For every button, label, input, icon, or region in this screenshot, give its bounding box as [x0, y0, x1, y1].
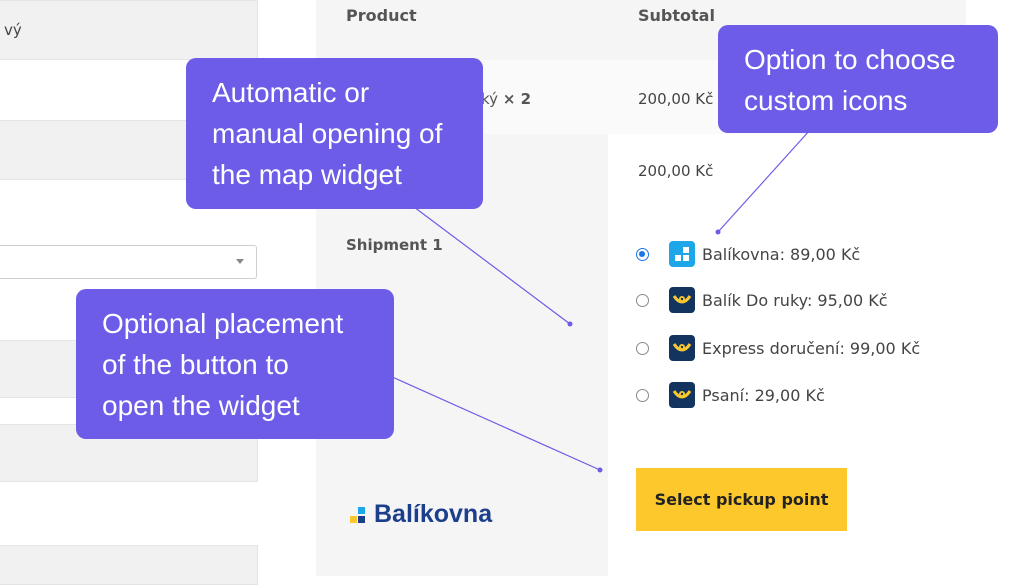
shipping-option-label: Balíkovna: 89,00 Kč — [702, 244, 861, 264]
subtotal-column-header: Subtotal — [638, 6, 715, 25]
balikovna-logo: Balíkovna — [346, 500, 492, 529]
balikovna-logo-icon — [350, 506, 365, 523]
balikovna-logo-text: Balíkovna — [374, 500, 493, 528]
ceska-posta-horn-icon — [669, 335, 695, 361]
form-field-input[interactable]: vý — [0, 0, 258, 60]
form-select[interactable] — [0, 245, 257, 279]
cart-subtotal: 200,00 Kč — [638, 162, 714, 180]
shipment-label: Shipment 1 — [346, 236, 443, 254]
shipping-option-label: Balík Do ruky: 95,00 Kč — [702, 290, 888, 310]
shipping-option-express[interactable]: Express doručení: 99,00 Kč — [636, 333, 920, 363]
radio-button[interactable] — [636, 293, 649, 307]
radio-button[interactable] — [636, 247, 649, 261]
chevron-down-icon — [236, 259, 244, 264]
radio-button[interactable] — [636, 388, 649, 402]
shipping-option-balik-do-ruky[interactable]: Balík Do ruky: 95,00 Kč — [636, 285, 888, 315]
item-subtotal: 200,00 Kč — [638, 90, 714, 108]
radio-button[interactable] — [636, 341, 649, 355]
callout-button-placement: Optional placement of the button to open… — [76, 289, 394, 439]
shipping-option-psani[interactable]: Psaní: 29,00 Kč — [636, 380, 825, 410]
item-name: ký × 2 — [481, 90, 532, 108]
form-field-input[interactable] — [0, 545, 258, 585]
shipping-option-label: Express doručení: 99,00 Kč — [702, 338, 921, 358]
shipping-option-label: Psaní: 29,00 Kč — [702, 385, 825, 405]
item-quantity: × 2 — [502, 90, 532, 108]
form-field-text: vý — [4, 21, 22, 39]
callout-map-widget: Automatic or manual opening of the map w… — [186, 58, 483, 209]
select-pickup-point-button[interactable]: Select pickup point — [636, 468, 847, 531]
ceska-posta-horn-icon — [669, 287, 695, 313]
balikovna-icon — [669, 241, 695, 267]
callout-custom-icons: Option to choose custom icons — [718, 25, 998, 133]
ceska-posta-horn-icon — [669, 382, 695, 408]
product-column-header: Product — [346, 6, 417, 25]
shipping-option-balikovna[interactable]: Balíkovna: 89,00 Kč — [636, 239, 860, 269]
